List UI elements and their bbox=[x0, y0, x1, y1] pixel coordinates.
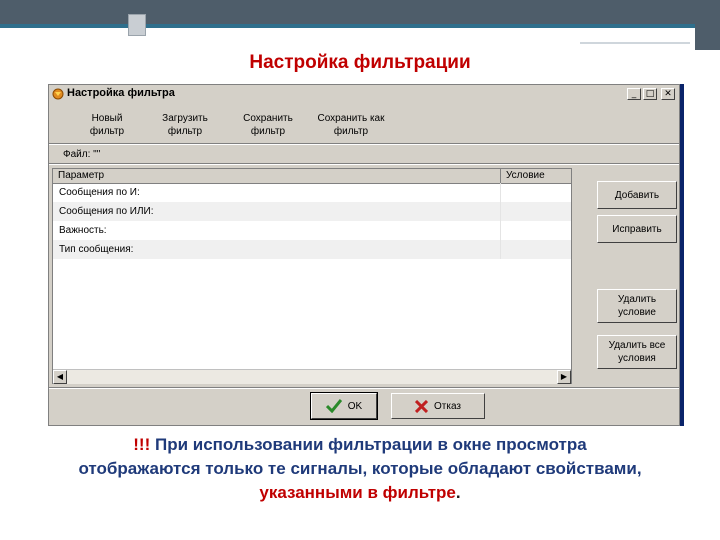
table-row[interactable]: Сообщения по ИЛИ: bbox=[53, 202, 571, 221]
save-filter-label-2: фильтр bbox=[250, 126, 286, 137]
caption-line-3: указанными в фильтре. bbox=[10, 481, 710, 505]
window-right-edge bbox=[680, 84, 684, 426]
row-divider bbox=[500, 240, 501, 259]
new-filter-button[interactable]: Новый фильтр bbox=[77, 112, 137, 138]
cancel-label: Отказ bbox=[434, 400, 461, 412]
caption-line-3-end: . bbox=[455, 483, 461, 502]
save-filter-button[interactable]: Сохранить фильтр bbox=[235, 112, 301, 138]
horizontal-scrollbar[interactable]: ◀ ▶ bbox=[53, 369, 571, 384]
cancel-button[interactable]: Отказ bbox=[391, 393, 485, 419]
column-header-parameter[interactable]: Параметр bbox=[53, 169, 501, 183]
caption-line-2: отображаются только те сигналы, которые … bbox=[78, 459, 642, 478]
maximize-button[interactable]: □ bbox=[643, 88, 657, 100]
row-parameter: Сообщения по ИЛИ: bbox=[59, 206, 154, 217]
toolbar-separator bbox=[49, 143, 679, 145]
filter-conditions-grid[interactable]: Параметр Условие Сообщения по И: Сообщен… bbox=[52, 168, 572, 384]
caption-mark: !!! bbox=[133, 435, 151, 454]
ok-button[interactable]: OK bbox=[310, 392, 378, 420]
slide-top-light-strip bbox=[0, 28, 690, 36]
filter-settings-window: Настройка фильтра _ □ ✕ Новый фильтр Заг… bbox=[48, 84, 680, 426]
save-as-filter-label-1: Сохранить как bbox=[317, 113, 385, 124]
edit-button[interactable]: Исправить bbox=[597, 215, 677, 243]
slide-top-band bbox=[0, 0, 720, 24]
window-titlebar[interactable]: Настройка фильтра _ □ ✕ bbox=[49, 85, 679, 103]
load-filter-label-1: Загрузить bbox=[162, 113, 208, 124]
caption-line-1: !!! При использовании фильтрации в окне … bbox=[10, 433, 710, 457]
caption-line-3-highlight: указанными в фильтре bbox=[259, 483, 456, 502]
slide-tab-marker bbox=[128, 14, 146, 36]
table-row[interactable]: Тип сообщения: bbox=[53, 240, 571, 259]
delete-all-conditions-button[interactable]: Удалить все условия bbox=[597, 335, 677, 369]
table-row[interactable]: Сообщения по И: bbox=[53, 183, 571, 202]
new-filter-label-2: фильтр bbox=[89, 126, 125, 137]
row-divider bbox=[500, 221, 501, 240]
scroll-left-icon[interactable]: ◀ bbox=[53, 370, 67, 384]
close-button[interactable]: ✕ bbox=[661, 88, 675, 100]
filter-app-icon bbox=[52, 88, 64, 100]
save-as-filter-button[interactable]: Сохранить как фильтр bbox=[313, 112, 389, 138]
table-row[interactable]: Важность: bbox=[53, 221, 571, 240]
delete-all-label-2: условия bbox=[618, 353, 656, 364]
row-divider bbox=[500, 202, 501, 221]
slide-corner-block bbox=[695, 0, 720, 50]
delete-condition-button[interactable]: Удалить условие bbox=[597, 289, 677, 323]
save-as-filter-label-2: фильтр bbox=[333, 126, 369, 137]
check-icon bbox=[325, 399, 342, 413]
delete-condition-label-1: Удалить bbox=[617, 294, 657, 305]
column-header-condition[interactable]: Условие bbox=[501, 169, 571, 183]
grid-header: Параметр Условие bbox=[53, 169, 571, 184]
add-button[interactable]: Добавить bbox=[597, 181, 677, 209]
minimize-button[interactable]: _ bbox=[627, 88, 641, 100]
slide-title: Настройка фильтрации bbox=[249, 52, 471, 73]
save-filter-label-1: Сохранить bbox=[243, 113, 293, 124]
load-filter-label-2: фильтр bbox=[167, 126, 203, 137]
x-mark-icon bbox=[415, 399, 428, 413]
row-parameter: Важность: bbox=[59, 225, 107, 236]
load-filter-button[interactable]: Загрузить фильтр bbox=[153, 112, 217, 138]
row-parameter: Тип сообщения: bbox=[59, 244, 134, 255]
row-divider bbox=[500, 183, 501, 202]
row-parameter: Сообщения по И: bbox=[59, 187, 140, 198]
window-title: Настройка фильтра bbox=[67, 87, 175, 99]
scroll-right-icon[interactable]: ▶ bbox=[557, 370, 571, 384]
slide-caption: !!! При использовании фильтрации в окне … bbox=[10, 433, 710, 505]
delete-condition-label-2: условие bbox=[618, 307, 656, 318]
new-filter-label-1: Новый bbox=[91, 113, 123, 124]
slide-corner-strip bbox=[580, 36, 690, 44]
buttons-separator bbox=[49, 387, 679, 389]
caption-line-1-text: При использовании фильтрации в окне прос… bbox=[154, 435, 587, 454]
ok-label: OK bbox=[347, 400, 363, 412]
delete-all-label-1: Удалить все bbox=[608, 340, 666, 351]
file-name-label: Файл: "" bbox=[63, 149, 101, 160]
file-separator bbox=[49, 163, 679, 165]
